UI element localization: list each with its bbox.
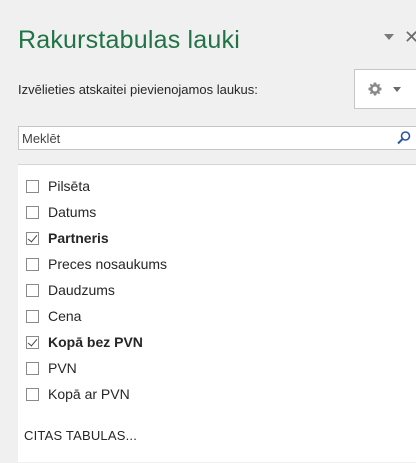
title-controls: ✕ <box>384 27 416 47</box>
choose-fields-label: Izvēlieties atskaitei pievienojamos lauk… <box>18 82 258 97</box>
field-label: Pilsēta <box>48 178 91 194</box>
field-label: Cena <box>48 308 82 324</box>
field-label: PVN <box>48 360 77 376</box>
field-checkbox-checked[interactable] <box>26 335 39 349</box>
field-label: Kopā bez PVN <box>48 334 143 350</box>
field-label: Daudzums <box>48 282 115 298</box>
chevron-down-icon <box>393 86 401 92</box>
field-checkbox[interactable] <box>26 309 39 323</box>
tools-gear-button[interactable] <box>354 69 416 109</box>
field-item-pilseta[interactable]: Pilsēta <box>26 176 90 196</box>
field-checkbox[interactable] <box>26 205 39 219</box>
field-item-kopa-bez-pvn[interactable]: Kopā bez PVN <box>26 332 143 352</box>
field-item-cena[interactable]: Cena <box>26 306 81 326</box>
field-checkbox[interactable] <box>26 387 39 401</box>
field-item-datums[interactable]: Datums <box>26 202 96 222</box>
magnifier-icon[interactable] <box>396 130 412 146</box>
field-item-partneris[interactable]: Partneris <box>26 228 109 248</box>
field-item-kopa-ar-pvn[interactable]: Kopā ar PVN <box>26 384 130 404</box>
field-checkbox[interactable] <box>26 361 39 375</box>
field-checkbox-checked[interactable] <box>26 231 39 245</box>
more-tables-link[interactable]: CITAS TABULAS... <box>24 428 137 443</box>
task-pane-options-chevron-down-icon[interactable] <box>384 34 394 40</box>
field-checkbox[interactable] <box>26 257 39 271</box>
field-checkbox[interactable] <box>26 179 39 193</box>
field-label: Datums <box>48 204 97 220</box>
field-label: Partneris <box>48 230 109 246</box>
gear-icon <box>368 82 382 96</box>
search-box[interactable] <box>18 126 416 150</box>
close-icon[interactable]: ✕ <box>404 27 416 47</box>
field-label: Preces nosaukums <box>48 256 168 272</box>
field-item-daudzums[interactable]: Daudzums <box>26 280 115 300</box>
field-checkbox[interactable] <box>26 283 39 297</box>
field-label: Kopā ar PVN <box>48 386 130 402</box>
field-item-pvn[interactable]: PVN <box>26 358 77 378</box>
field-item-preces-nosaukums[interactable]: Preces nosaukums <box>26 254 167 274</box>
search-input[interactable] <box>22 128 382 148</box>
pane-title: Rakurstabulas lauki <box>18 26 240 54</box>
field-list: Pilsēta Datums Partneris Preces nosaukum… <box>18 164 416 462</box>
